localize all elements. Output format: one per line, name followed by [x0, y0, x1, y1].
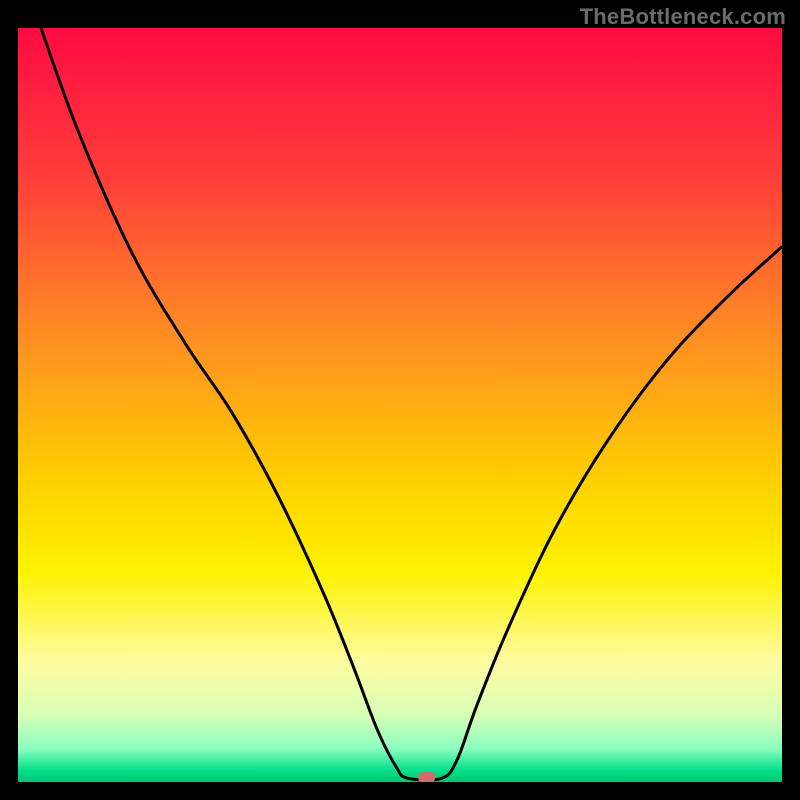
bottleneck-chart — [18, 28, 782, 782]
plot-area — [18, 28, 782, 782]
gradient-background — [18, 28, 782, 782]
chart-frame: TheBottleneck.com — [0, 0, 800, 800]
attribution-text: TheBottleneck.com — [580, 4, 786, 30]
min-marker — [418, 772, 435, 782]
